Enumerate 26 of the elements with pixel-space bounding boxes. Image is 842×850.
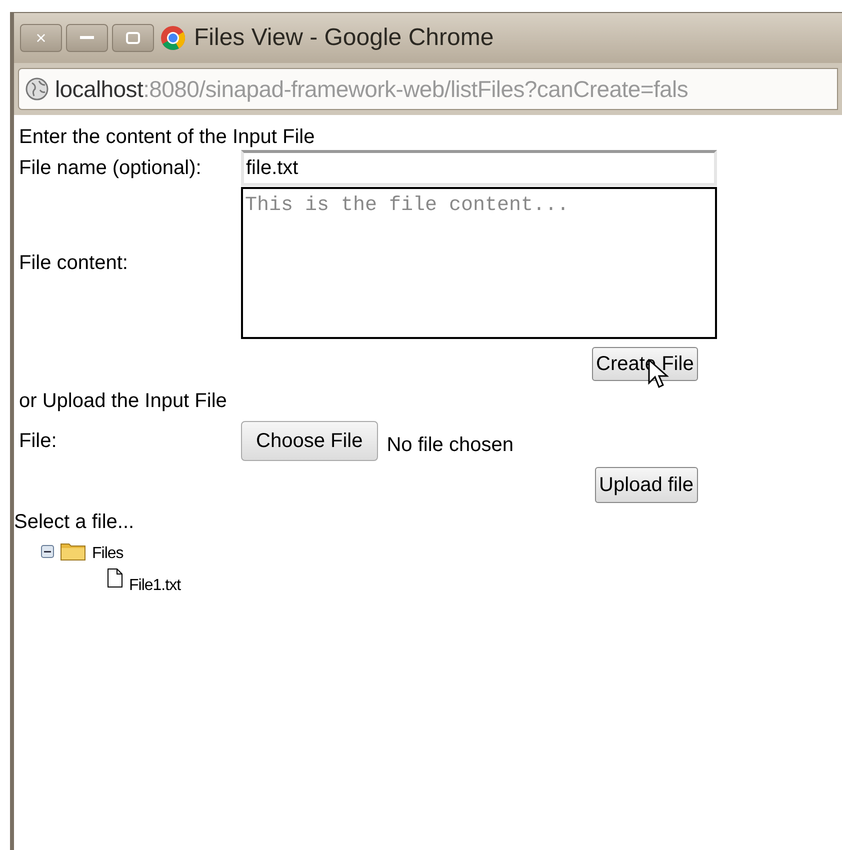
file-content-field[interactable]: This is the file content... — [241, 187, 717, 339]
tree-item[interactable]: Files — [92, 546, 124, 562]
field-label: File: — [19, 429, 58, 454]
section-heading: or Upload the Input File — [19, 389, 228, 414]
maximize-icon — [126, 32, 140, 44]
maximize-button[interactable] — [112, 24, 154, 52]
collapse-icon[interactable] — [41, 545, 54, 558]
window-title: Files View - Google Chrome — [194, 23, 494, 53]
minimize-button[interactable] — [66, 24, 108, 52]
url-text: localhost:8080/sinapad-framework-web/listFiles?canCreate=fals — [55, 74, 688, 104]
tree-heading: Select a file... — [14, 510, 136, 535]
file-icon — [107, 568, 123, 588]
globe-icon — [25, 77, 49, 101]
folder-icon — [60, 541, 86, 561]
upload-file-button[interactable]: Upload file — [595, 467, 698, 503]
file-name-field[interactable]: file.txt — [241, 150, 717, 186]
choose-file-button[interactable]: Choose File — [241, 421, 378, 461]
field-label: File name (optional): — [19, 156, 202, 181]
minimize-icon — [80, 36, 94, 40]
address-bar[interactable]: localhost:8080/sinapad-framework-web/listFiles?canCreate=fals — [18, 68, 838, 110]
tree-item[interactable]: File1.txt — [129, 578, 181, 594]
close-icon: × — [36, 29, 46, 47]
file-status-text: No file chosen — [386, 433, 514, 458]
browser-logo-icon — [160, 25, 186, 51]
section-heading: Enter the content of the Input File — [19, 125, 316, 149]
field-label: File content: — [19, 251, 129, 276]
